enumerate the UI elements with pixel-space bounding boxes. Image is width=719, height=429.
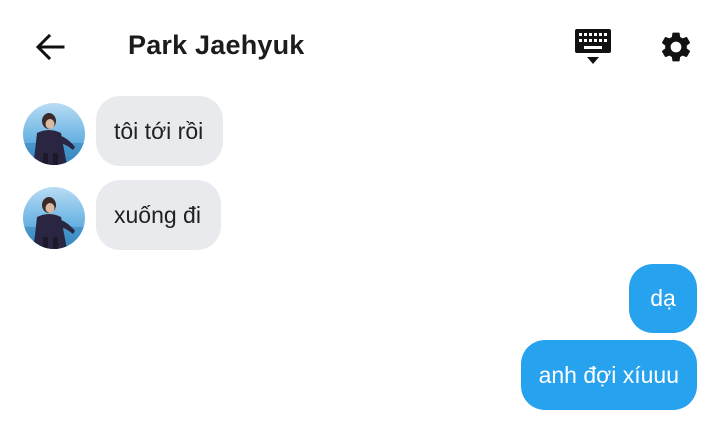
contact-avatar[interactable] xyxy=(23,103,85,165)
keyboard-icon xyxy=(575,29,611,64)
chat-header: Park Jaehyuk xyxy=(0,0,719,92)
message-text: tôi tới rồi xyxy=(114,117,204,144)
keyboard-button[interactable] xyxy=(572,28,614,68)
back-arrow-icon xyxy=(35,34,65,60)
message-bubble-incoming[interactable]: xuống đi xyxy=(96,180,221,250)
avatar-photo xyxy=(23,197,85,249)
contact-name: Park Jaehyuk xyxy=(128,30,305,60)
message-bubble-incoming[interactable]: tôi tới rồi xyxy=(96,96,224,166)
message-bubble-outgoing[interactable]: anh đợi xíuuu xyxy=(520,340,697,410)
message-text: anh đợi xíuuu xyxy=(538,361,679,388)
gear-icon xyxy=(661,32,691,62)
message-text: xuống đi xyxy=(114,201,201,228)
message-bubble-outgoing[interactable]: dạ xyxy=(629,264,697,333)
back-button[interactable] xyxy=(30,29,70,65)
avatar-photo xyxy=(23,113,85,165)
settings-button[interactable] xyxy=(655,27,697,67)
message-text: dạ xyxy=(650,285,676,311)
contact-avatar[interactable] xyxy=(23,187,85,249)
